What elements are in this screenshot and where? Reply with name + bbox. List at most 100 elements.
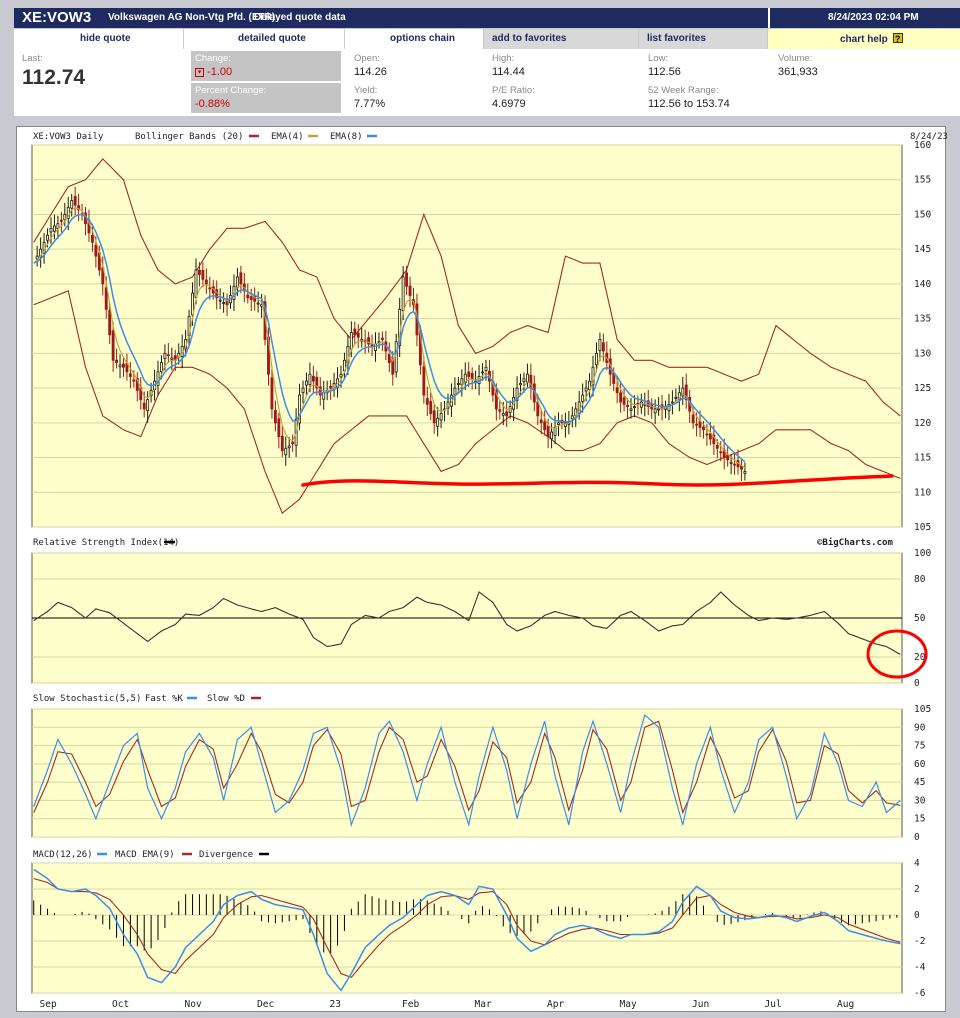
candle-body [423,367,425,395]
month-tick-label: Jul [765,999,782,1010]
price-panel-tick-label: 140 [914,279,931,290]
volume-value: 361,933 [778,66,818,78]
candle-body [209,288,211,289]
rsi-panel-tick-label: 50 [914,613,926,624]
candle-body [720,452,722,453]
chart-help-button[interactable]: chart help ? [768,29,960,49]
price-legend-entry: EMA(4) [271,132,304,142]
price-panel-frame [32,145,902,527]
volume-cell: Volume: 361,933 [778,53,818,78]
macd-panel-frame [32,863,902,993]
price-panel-tick-label: 145 [914,244,931,255]
pe-value: 4.6979 [492,98,535,110]
list-favorites-link[interactable]: list favorites [639,29,767,49]
candle-body [730,462,732,463]
candle-body [440,414,442,420]
candle-body [247,295,249,298]
candle-body [122,364,124,367]
candle-body [671,402,673,403]
candle-body [74,196,76,205]
candle-body [582,395,584,401]
detailed-quote-link[interactable]: detailed quote [184,29,344,49]
yield-cell: Yield: 7.77% [354,85,385,110]
low-value: 112.56 [648,66,681,78]
stochastic-panel-tick-label: 30 [914,795,926,806]
candle-body [285,448,287,454]
macd-panel-tick-label: -4 [914,962,926,973]
price-panel-tick-label: 125 [914,383,931,394]
month-tick-label: May [620,999,637,1010]
quote-datetime: 8/24/2023 02:04 PM [768,8,960,28]
candle-body [219,300,221,301]
candle-body [223,302,225,303]
high-cell: High: 114.44 [492,53,525,78]
candle-body [433,411,435,423]
yield-label: Yield: [354,85,385,96]
candle-body [633,407,635,408]
candle-body [554,427,556,435]
candle-body [692,415,694,423]
change-label: Change: [195,53,337,64]
pe-cell: P/E Ratio: 4.6979 [492,85,535,110]
candle-body [744,471,746,473]
hide-quote-link[interactable]: hide quote [14,29,183,49]
candle-body [202,270,204,279]
candle-body [147,400,149,411]
candle-body [292,442,294,444]
candle-body [164,353,166,358]
quote-nav: hide quote detailed quote options chain … [14,29,960,49]
chart-help-label: chart help [840,34,888,45]
candle-body [274,410,276,422]
delayed-notice: Delayed quote data [254,12,346,23]
candle-body [734,464,736,465]
candle-body [257,303,259,304]
candle-body [119,365,121,367]
candle-body [640,402,642,407]
stochastic-panel-tick-label: 90 [914,722,926,733]
candle-body [64,214,66,219]
macd-panel-tick-label: 0 [914,910,920,921]
candle-body [519,383,521,384]
candle-body [281,436,283,450]
price-panel-tick-label: 120 [914,418,931,429]
candle-body [551,432,553,439]
yield-value: 7.77% [354,98,385,110]
range-cell: 52 Week Range: 112.56 to 153.74 [648,85,730,110]
month-tick-label: Sep [40,999,57,1010]
month-tick-label: Feb [402,999,419,1010]
options-chain-link[interactable]: options chain [345,29,483,49]
macd-panel-tick-label: -2 [914,936,925,947]
candle-body [502,414,504,416]
month-tick-label: 23 [330,999,341,1010]
month-tick-label: Nov [185,999,202,1010]
stochastic-legend-k: Fast %K [145,694,184,704]
candle-body [143,403,145,409]
rsi-panel-tick-label: 0 [914,678,920,689]
candle-body [506,412,508,416]
candle-body [171,358,173,359]
candle-body [71,201,73,209]
add-to-favorites-link[interactable]: add to favorites [484,29,638,49]
candle-body [409,286,411,295]
candle-body [585,388,587,391]
last-label: Last: [22,53,85,64]
candle-body [402,277,404,311]
candle-body [437,418,439,426]
low-cell: Low: 112.56 [648,53,681,78]
candle-body [167,355,169,356]
candle-body [544,422,546,430]
macd-legend-divergence: Divergence [199,850,253,860]
month-tick-label: Mar [475,999,492,1010]
quote-panel: Last: 112.74 Change: ▾ -1.00 Percent Cha… [14,49,960,116]
candle-body [357,333,359,337]
candle-body [354,329,356,335]
candle-body [540,420,542,423]
candle-body [205,280,207,284]
candle-body [499,410,501,412]
candle-body [330,386,332,388]
candle-body [620,393,622,402]
candle-body [340,374,342,377]
month-tick-label: Jun [692,999,709,1010]
last-price-cell: Last: 112.74 [22,53,85,90]
high-label: High: [492,53,525,64]
